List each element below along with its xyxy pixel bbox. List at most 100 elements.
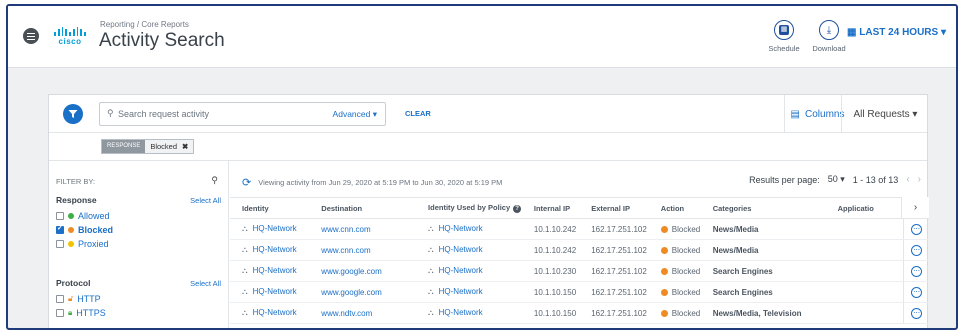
table-row[interactable]: ⛬ HQ-Network www.google.com ⛬ HQ-Network 10.1… [230,260,929,282]
search-input[interactable] [118,106,318,122]
range-text: 1 - 13 of 13 [852,174,899,185]
policy-identity-cell[interactable]: ⛬ HQ-Network [416,239,522,261]
column-header[interactable]: Identity Used by Policy? [416,197,522,219]
internal-ip-cell: 10.1.10.230 [521,260,580,282]
network-icon: ⛬ [428,287,434,296]
identity-text: HQ-Network [252,266,297,275]
download-icon: ⤓ [819,20,839,40]
destination-cell[interactable]: www.cnn.com [309,218,417,240]
menu-icon[interactable] [23,28,39,44]
unlock-icon: 🔓︎ [68,294,74,303]
response-option-proxied[interactable]: Proxied [56,239,109,249]
column-header[interactable]: External IP [579,197,649,219]
external-ip-cell: 162.17.251.102 [579,218,649,240]
identity-cell[interactable]: ⛬ HQ-Network [230,239,310,261]
column-header-label: Identity Used by Policy [428,203,511,212]
next-page-icon[interactable]: › [918,174,921,185]
time-range-dropdown[interactable]: ▦ LAST 24 HOURS ▾ [847,27,946,38]
active-filters-bar: RESPONSE Blocked ✖ [49,133,927,161]
schedule-button[interactable]: ▦ Schedule [762,20,806,53]
download-button[interactable]: ⤓ Download [807,20,851,53]
requests-select[interactable]: All Requests ▾ [841,95,929,133]
protocol-select-all[interactable]: Select All [190,279,221,288]
columns-button[interactable]: ▤ Columns [784,95,844,133]
row-actions-cell: ⋯ [903,260,929,282]
blocked-status-dot [68,227,74,233]
checkbox[interactable] [56,295,64,303]
external-ip-cell: 162.17.251.102 [579,302,649,324]
checkbox[interactable] [56,212,64,220]
internal-ip-cell: 10.1.10.150 [521,302,580,324]
refresh-icon[interactable]: ⟳ [242,176,251,189]
policy-identity-cell[interactable]: ⛬ HQ-Network [416,218,522,240]
network-icon: ⛬ [242,287,248,296]
more-actions-icon[interactable]: ⋯ [911,265,923,277]
results-per-page-value: 50 [827,174,838,184]
identity-text: HQ-Network [252,287,297,296]
identity-cell[interactable]: ⛬ HQ-Network [230,281,310,303]
identity-cell[interactable]: ⛬ HQ-Network [230,302,310,324]
requests-select-label: All Requests [853,108,910,120]
schedule-label: Schedule [768,44,800,53]
identity-text: HQ-Network [252,224,297,233]
remove-filter-icon[interactable]: ✖ [182,140,194,153]
prev-page-icon[interactable]: ‹ [906,174,909,185]
calendar-small-icon: ▦ [847,27,860,38]
protocol-group-title: Protocol [56,278,91,288]
policy-identity-text: HQ-Network [438,245,483,254]
row-actions-cell: ⋯ [903,239,929,261]
blocked-status-dot [660,267,668,275]
policy-identity-text: HQ-Network [438,308,483,317]
clear-button[interactable]: CLEAR [405,109,431,118]
column-header[interactable]: Action [648,197,701,219]
filter-toggle-button[interactable] [63,104,83,124]
results-per-page-select[interactable]: 50 ▾ [828,174,845,185]
checkbox-checked[interactable] [56,224,64,234]
network-icon: ⛬ [242,245,248,254]
network-icon: ⛬ [428,308,434,317]
table-row[interactable]: ⛬ HQ-Network www.ndtv.com ⛬ HQ-Network 10.1.1… [230,302,929,324]
table-row[interactable]: ⛬ HQ-Network www.cnn.com ⛬ HQ-Network 10.1.10… [230,239,929,261]
identity-cell[interactable]: ⛬ HQ-Network [230,260,310,282]
column-header[interactable]: Internal IP [521,197,580,219]
policy-identity-cell[interactable]: ⛬ HQ-Network [416,260,522,282]
application-cell [825,281,904,303]
more-columns-icon[interactable]: › [901,197,929,218]
response-option-allowed[interactable]: Allowed [56,211,110,221]
checkbox[interactable] [56,240,64,248]
policy-identity-cell[interactable]: ⛬ HQ-Network [416,281,522,303]
advanced-dropdown[interactable]: Advanced ▾ [333,109,377,120]
destination-cell[interactable]: www.google.com [309,260,417,282]
table-row[interactable]: ⛬ HQ-Network www.cnn.com ⛬ HQ-Network 10.1.10… [230,218,929,240]
action-text: Blocked [671,224,701,234]
filter-search-icon[interactable]: ⚲ [211,175,218,186]
row-actions-cell: ⋯ [903,281,929,303]
response-select-all[interactable]: Select All [190,196,221,205]
breadcrumb[interactable]: Reporting / Core Reports [100,20,189,29]
more-actions-icon[interactable]: ⋯ [911,223,923,235]
policy-identity-text: HQ-Network [438,266,483,275]
network-icon: ⛬ [242,308,248,317]
option-label: HTTP [77,294,101,304]
categories-cell: News/Media [700,239,826,261]
protocol-option-https[interactable]: 🔒︎ HTTPS [56,308,106,318]
more-actions-icon[interactable]: ⋯ [911,244,923,256]
policy-identity-cell[interactable]: ⛬ HQ-Network [416,302,522,324]
response-option-blocked[interactable]: Blocked [56,224,113,235]
more-actions-icon[interactable]: ⋯ [911,307,923,319]
checkbox[interactable] [56,309,64,317]
search-field[interactable]: ⚲ Advanced ▾ [99,102,386,126]
table-row[interactable]: ⛬ HQ-Network www.google.com ⛬ HQ-Network 10.1… [230,281,929,303]
identity-cell[interactable]: ⛬ HQ-Network [230,218,310,240]
protocol-option-http[interactable]: 🔓︎ HTTP [56,294,101,304]
column-header[interactable]: Destination [309,197,417,219]
column-header[interactable]: Identity [230,197,310,219]
destination-cell[interactable]: www.google.com [309,281,417,303]
destination-cell[interactable]: www.cnn.com [309,239,417,261]
more-actions-icon[interactable]: ⋯ [911,286,923,298]
column-header[interactable]: Categories [700,197,826,219]
activity-table: Identity Destination Identity Used by Po… [230,197,929,324]
column-header[interactable]: Applicatio [825,197,904,219]
info-icon[interactable]: ? [513,205,522,213]
destination-cell[interactable]: www.ndtv.com [309,302,417,324]
